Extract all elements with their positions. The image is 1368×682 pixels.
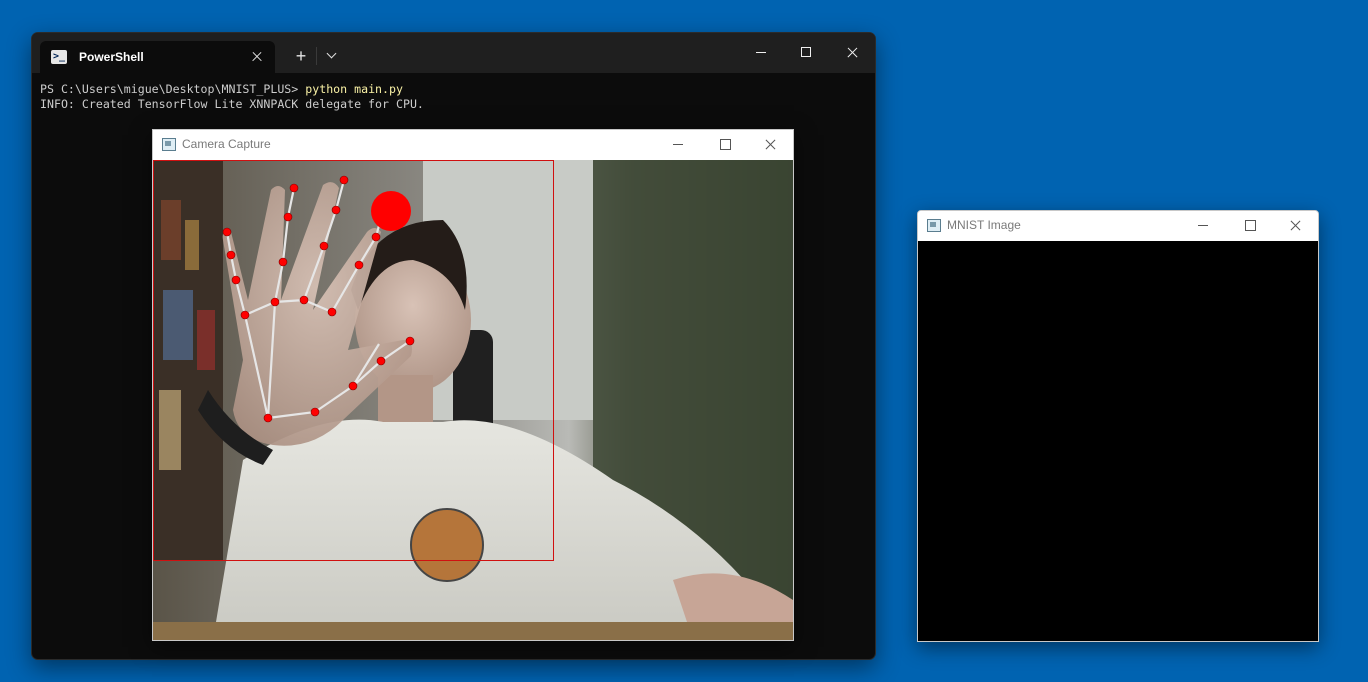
mnist-canvas — [918, 241, 1318, 641]
camera-close-button[interactable] — [747, 130, 793, 160]
mnist-close-button[interactable] — [1272, 211, 1318, 241]
tab-divider — [316, 47, 317, 65]
close-button[interactable] — [829, 39, 875, 67]
camera-minimize-button[interactable] — [655, 130, 701, 160]
tab-powershell[interactable]: >_ PowerShell — [40, 41, 275, 73]
camera-titlebar[interactable]: Camera Capture — [153, 130, 793, 160]
maximize-button[interactable] — [783, 39, 829, 67]
close-tab-icon[interactable] — [247, 47, 267, 67]
fingertip-cursor — [371, 191, 411, 231]
webcam-frame-image — [153, 160, 793, 640]
output-line: INFO: Created TensorFlow Lite XNNPACK de… — [40, 97, 424, 111]
terminal-titlebar[interactable]: >_ PowerShell + — [32, 33, 875, 73]
command-line: PS C:\Users\migue\Desktop\MNIST_PLUS> py… — [40, 82, 867, 97]
powershell-icon: >_ — [51, 50, 67, 64]
window-app-icon — [162, 138, 176, 151]
mnist-image-window: MNIST Image — [917, 210, 1319, 642]
camera-maximize-button[interactable] — [701, 130, 747, 160]
mnist-maximize-button[interactable] — [1226, 211, 1272, 241]
tab-title: PowerShell — [79, 50, 144, 64]
webcam-feed — [153, 160, 793, 640]
camera-window-title: Camera Capture — [182, 137, 271, 151]
mnist-window-title: MNIST Image — [947, 218, 1021, 232]
camera-capture-window: Camera Capture — [152, 129, 794, 641]
chevron-down-icon[interactable] — [322, 45, 342, 67]
new-tab-plus-icon[interactable]: + — [290, 45, 312, 67]
minimize-button[interactable] — [738, 39, 784, 67]
terminal-output[interactable]: PS C:\Users\migue\Desktop\MNIST_PLUS> py… — [40, 82, 867, 112]
mnist-titlebar[interactable]: MNIST Image — [918, 211, 1318, 241]
prompt: PS C:\Users\migue\Desktop\MNIST_PLUS> — [40, 82, 306, 96]
mnist-minimize-button[interactable] — [1180, 211, 1226, 241]
window-app-icon — [927, 219, 941, 232]
command-text: python main.py — [305, 82, 403, 96]
